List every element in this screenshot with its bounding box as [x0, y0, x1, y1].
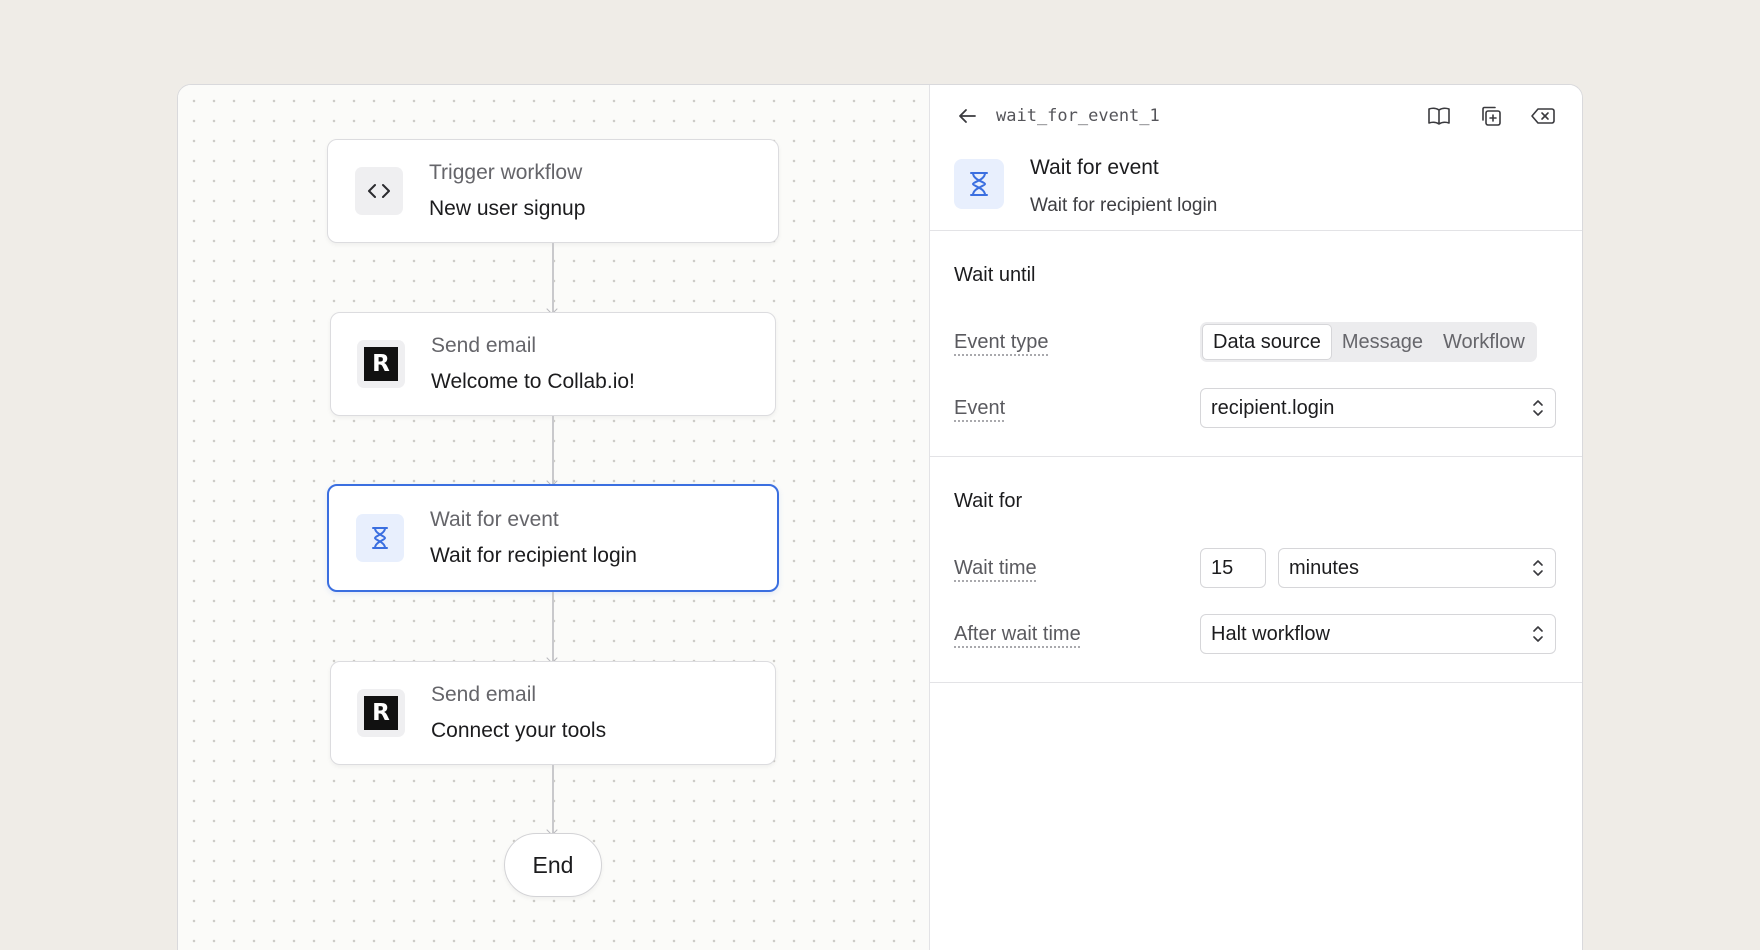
event-label: Event [954, 396, 1006, 419]
resend-logo-icon: R [357, 689, 405, 737]
event-type-row: Event type Data source Message Workflow [954, 309, 1558, 375]
node-send-email-welcome[interactable]: R Send email Welcome to Collab.io! [330, 312, 776, 416]
after-wait-time-select[interactable]: Halt workflow [1200, 614, 1556, 654]
event-select[interactable]: recipient.login [1200, 388, 1556, 428]
wait-for-section: Wait for Wait time minutes After wait ti… [930, 457, 1582, 683]
workflow-canvas[interactable]: Trigger workflow New user signup R Send … [178, 85, 930, 950]
event-type-option-message[interactable]: Message [1332, 324, 1433, 360]
event-value: recipient.login [1211, 396, 1335, 419]
wait-time-label: Wait time [954, 556, 1037, 579]
node-subtitle: Connect your tools [431, 719, 607, 742]
logo-letter: R [364, 696, 398, 730]
after-wait-time-value: Halt workflow [1211, 622, 1330, 645]
wait-time-row: Wait time minutes [954, 535, 1558, 601]
event-type-label: Event type [954, 330, 1049, 353]
logo-letter: R [364, 347, 398, 381]
chevron-up-down-icon [1531, 558, 1545, 584]
wait-until-section: Wait until Event type Data source Messag… [930, 231, 1582, 457]
node-trigger-workflow[interactable]: Trigger workflow New user signup [327, 139, 779, 243]
after-wait-time-row: After wait time Halt workflow [954, 601, 1558, 667]
wait-time-unit-value: minutes [1289, 556, 1360, 579]
node-title: Wait for event [430, 508, 559, 531]
node-title: Send email [431, 334, 537, 357]
event-type-option-data-source[interactable]: Data source [1202, 324, 1332, 360]
connector-arrow [552, 765, 554, 833]
chevron-up-down-icon [1531, 398, 1545, 424]
node-id: wait_for_event_1 [996, 106, 1160, 126]
node-summary: Wait for event Wait for recipient login [930, 147, 1582, 231]
node-title: Trigger workflow [429, 161, 583, 184]
book-icon[interactable] [1424, 101, 1454, 131]
delete-icon[interactable] [1528, 101, 1558, 131]
connector-arrow [552, 592, 554, 661]
node-send-email-connect[interactable]: R Send email Connect your tools [330, 661, 776, 765]
section-heading: Wait until [954, 264, 1036, 286]
wait-time-input[interactable] [1200, 548, 1266, 588]
hourglass-icon [356, 514, 404, 562]
node-title: Send email [431, 683, 537, 706]
node-subtitle: Wait for recipient login [430, 544, 637, 567]
panel-header: wait_for_event_1 [930, 85, 1582, 147]
node-subtitle: Welcome to Collab.io! [431, 370, 635, 393]
connector-arrow [552, 416, 554, 484]
workflow-editor: Trigger workflow New user signup R Send … [177, 84, 1583, 950]
arrow-left-icon[interactable] [954, 103, 980, 129]
resend-logo-icon: R [357, 340, 405, 388]
chevron-up-down-icon [1531, 624, 1545, 650]
code-icon [355, 167, 403, 215]
event-type-segmented-control: Data source Message Workflow [1200, 322, 1537, 362]
duplicate-icon[interactable] [1476, 101, 1506, 131]
hourglass-icon [954, 159, 1004, 209]
wait-time-unit-select[interactable]: minutes [1278, 548, 1556, 588]
connector-arrow [552, 243, 554, 312]
summary-title: Wait for event [1030, 156, 1159, 179]
after-wait-time-label: After wait time [954, 622, 1081, 645]
event-type-option-workflow[interactable]: Workflow [1433, 324, 1535, 360]
summary-subtitle: Wait for recipient login [1030, 195, 1218, 216]
node-wait-for-event[interactable]: Wait for event Wait for recipient login [327, 484, 779, 592]
end-node[interactable]: End [504, 833, 602, 897]
node-subtitle: New user signup [429, 197, 586, 220]
event-row: Event recipient.login [954, 375, 1558, 441]
node-config-panel: wait_for_event_1 Wait for event Wait for… [930, 85, 1582, 950]
section-heading: Wait for [954, 490, 1023, 512]
